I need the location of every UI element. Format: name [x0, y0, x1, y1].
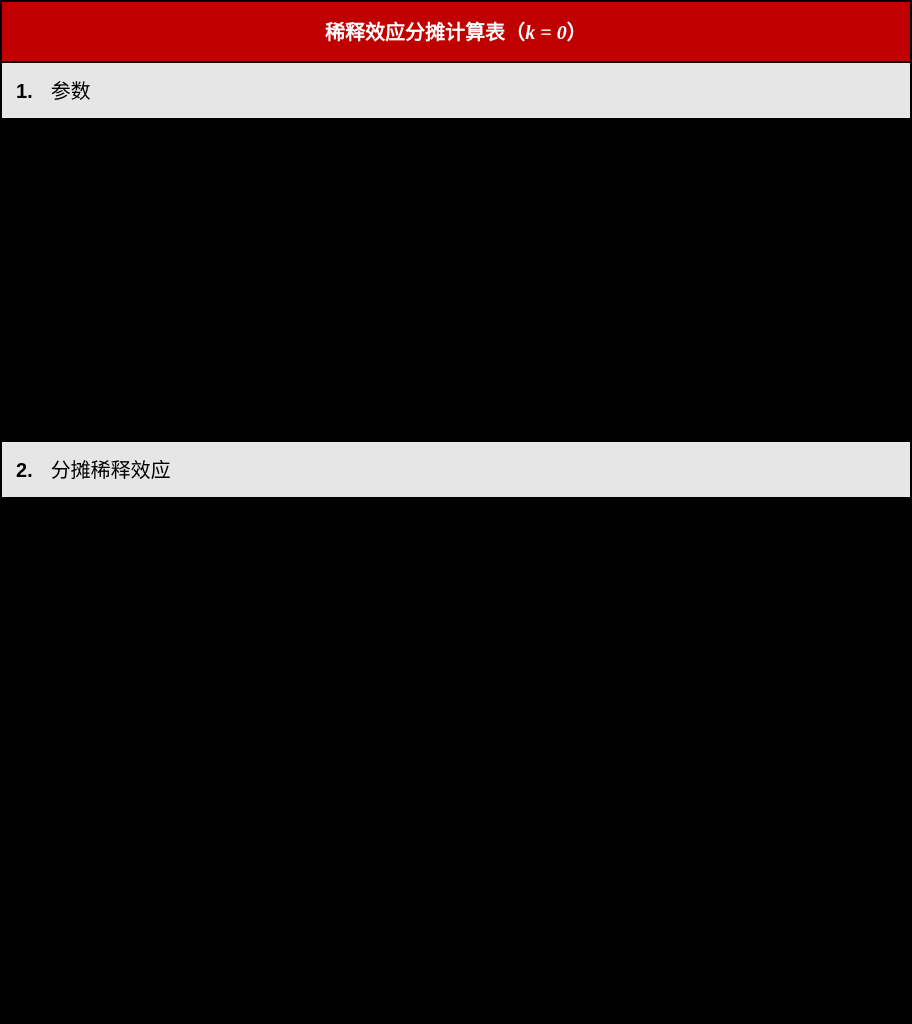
section-title: 参数: [51, 75, 91, 104]
allocation-content-block: [2, 499, 910, 1015]
section-number: 2.: [16, 460, 33, 483]
table-title-bar: 稀释效应分摊计算表（k = 0）: [2, 2, 910, 63]
section-header-allocation: 2. 分摊稀释效应: [2, 442, 910, 499]
title-text-prefix: 稀释效应分摊计算表（: [325, 22, 525, 44]
title-formula-var: k: [525, 22, 535, 44]
calculation-table: 稀释效应分摊计算表（k = 0） 1. 参数 2. 分摊稀释效应: [0, 0, 912, 1017]
section-number: 1.: [16, 81, 33, 104]
section-title: 分摊稀释效应: [51, 454, 171, 483]
section-header-parameters: 1. 参数: [2, 63, 910, 120]
title-formula-eq: = 0: [535, 22, 566, 44]
parameters-content-block: [2, 120, 910, 442]
title-text-suffix: ）: [567, 22, 587, 44]
